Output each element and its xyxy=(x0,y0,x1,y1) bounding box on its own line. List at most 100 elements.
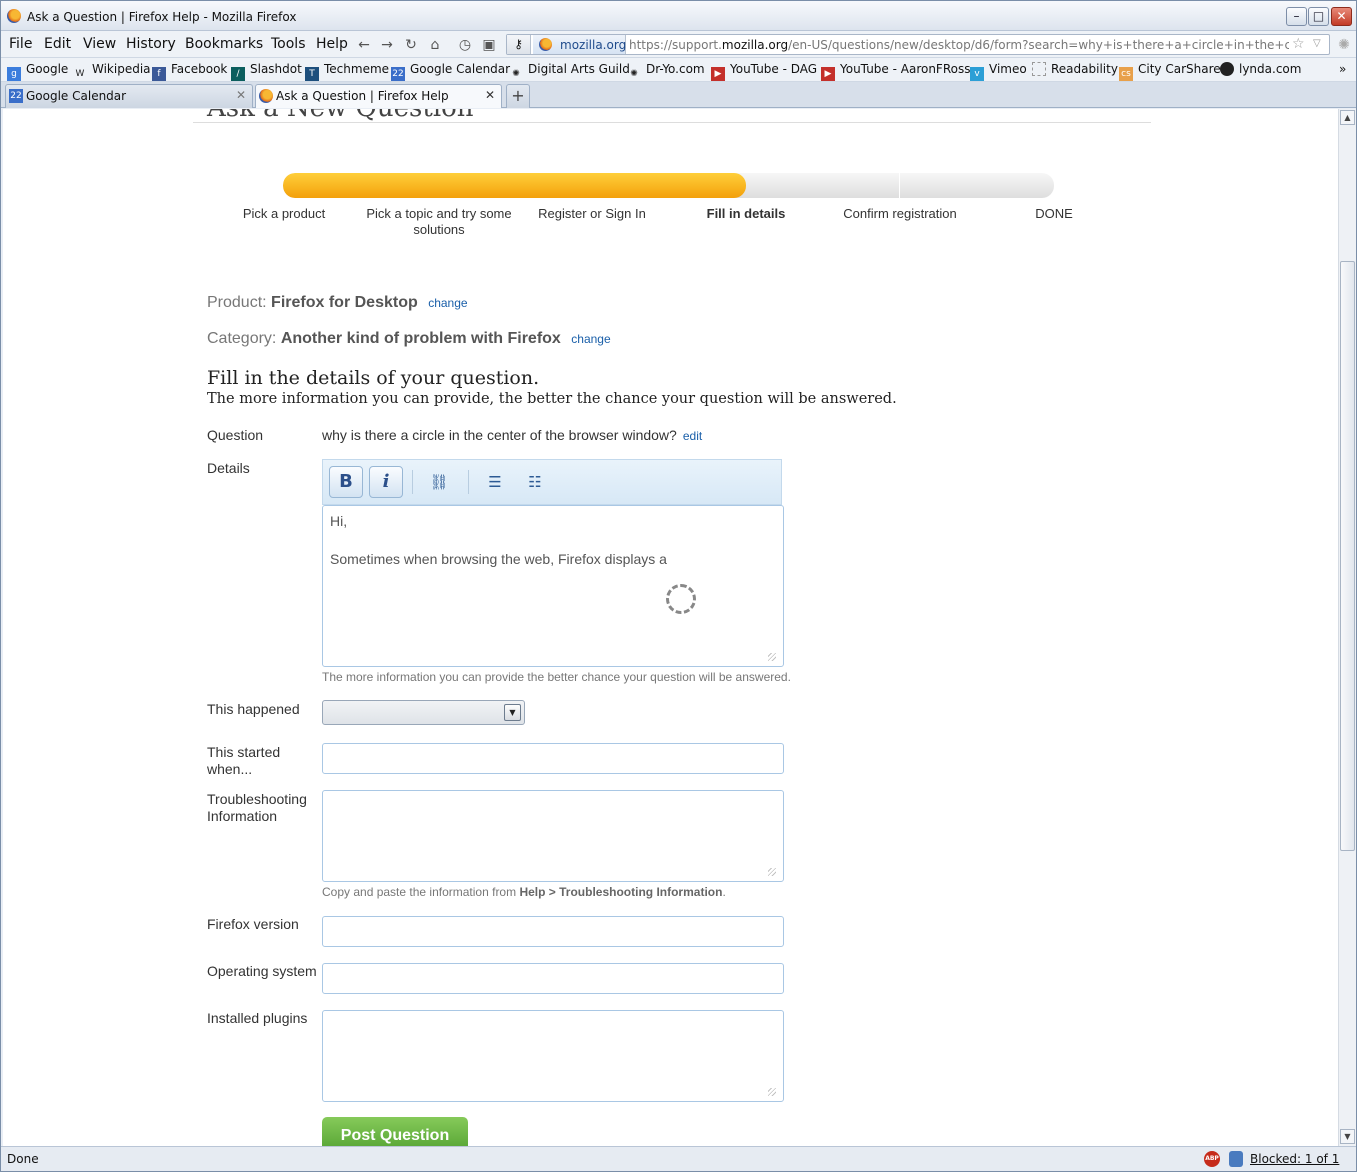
progress-bar xyxy=(283,173,1054,198)
firefox-icon xyxy=(7,9,21,23)
back-icon[interactable]: ← xyxy=(355,36,373,54)
bookmark-youtube-dag[interactable]: ▶ YouTube - DAG xyxy=(711,62,817,81)
reload-icon[interactable]: ↻ xyxy=(402,36,420,54)
noscript-icon[interactable] xyxy=(1229,1151,1243,1167)
bookmark-digital-arts-guild[interactable]: ✺ Digital Arts Guild xyxy=(509,62,630,81)
bookmark-google[interactable]: g Google xyxy=(7,62,68,81)
bookmark-page-icon[interactable]: ▣ xyxy=(480,36,498,54)
post-question-button[interactable]: Post Question xyxy=(322,1117,468,1146)
menu-history[interactable]: History xyxy=(126,36,176,52)
bookmark-google-calendar[interactable]: 22 Google Calendar xyxy=(391,62,510,81)
bookmark-wikipedia[interactable]: W Wikipedia xyxy=(73,62,151,81)
plugins-label: Installed plugins xyxy=(207,1010,308,1026)
started-when-input[interactable] xyxy=(322,743,784,774)
wikipedia-icon: W xyxy=(75,69,85,79)
bookmark-dr-yo[interactable]: ✺ Dr-Yo.com xyxy=(627,62,704,81)
happened-select[interactable]: ▼ xyxy=(322,700,525,725)
bookmark-facebook[interactable]: f Facebook xyxy=(152,62,227,81)
step-done: DONE xyxy=(1035,206,1073,221)
site-identity-label: mozilla.org xyxy=(560,38,627,52)
numbered-list-icon[interactable]: ☰ xyxy=(483,470,507,494)
details-editor[interactable]: Hi, Sometimes when browsing the web, Fir… xyxy=(322,505,784,667)
troubleshooting-textarea[interactable] xyxy=(322,790,784,882)
site-identity[interactable]: mozilla.org xyxy=(533,35,626,54)
adblock-icon[interactable]: ABP xyxy=(1204,1151,1220,1167)
menu-tools[interactable]: Tools xyxy=(271,36,306,52)
step-confirm-registration: Confirm registration xyxy=(843,206,957,221)
bookmark-slashdot[interactable]: / Slashdot xyxy=(231,62,302,81)
bold-button[interactable]: B xyxy=(329,466,363,498)
link-icon[interactable]: ⛓ xyxy=(427,470,451,494)
forward-icon[interactable]: → xyxy=(378,36,396,54)
change-product-link[interactable]: change xyxy=(428,296,467,310)
progress-fill xyxy=(283,173,746,198)
techmeme-icon: T xyxy=(305,67,319,81)
os-input[interactable] xyxy=(322,963,784,994)
bookmarks-overflow-icon[interactable]: » xyxy=(1339,62,1346,76)
menu-help[interactable]: Help xyxy=(316,36,348,52)
started-label: This started when... xyxy=(207,744,281,777)
firefox-version-input[interactable] xyxy=(322,916,784,947)
bulleted-list-icon[interactable]: ☷ xyxy=(523,470,547,494)
youtube-icon: ▶ xyxy=(821,67,835,81)
status-bar: Done ABP Blocked: 1 of 1 xyxy=(1,1146,1356,1171)
tab-google-calendar[interactable]: 22 Google Calendar ✕ xyxy=(5,84,253,108)
loading-spinner-icon xyxy=(666,584,696,614)
scroll-up-icon[interactable]: ▲ xyxy=(1340,110,1355,125)
bookmark-city-carshare[interactable]: cs City CarShare xyxy=(1119,62,1221,81)
menu-bookmarks[interactable]: Bookmarks xyxy=(185,36,263,52)
calendar-icon: 22 xyxy=(391,67,405,81)
firefox-version-label: Firefox version xyxy=(207,916,299,932)
page-content: Ask a New Question Pick a product Pick a… xyxy=(3,109,1338,1146)
minimize-button[interactable]: – xyxy=(1286,7,1307,26)
menu-file[interactable]: File xyxy=(9,36,32,52)
step-pick-product: Pick a product xyxy=(242,206,326,221)
new-tab-button[interactable]: + xyxy=(506,84,530,108)
resize-handle-icon[interactable] xyxy=(768,653,776,661)
page-scrollbar[interactable]: ▲ ▼ xyxy=(1338,109,1356,1146)
step-register: Register or Sign In xyxy=(538,206,646,221)
plugins-textarea[interactable] xyxy=(322,1010,784,1102)
menu-view[interactable]: View xyxy=(83,36,116,52)
editor-toolbar: B i ⛓ ☰ ☷ xyxy=(322,459,782,505)
category-label: Category: xyxy=(207,330,277,347)
key-icon[interactable]: ⚷ xyxy=(507,35,531,54)
tab-ask-a-question[interactable]: Ask a Question | Firefox Help ✕ xyxy=(255,84,502,108)
details-subheading: The more information you can provide, th… xyxy=(207,391,897,407)
close-tab-icon[interactable]: ✕ xyxy=(485,88,495,102)
title-bar: Ask a Question | Firefox Help - Mozilla … xyxy=(1,1,1356,31)
close-window-button[interactable]: ✕ xyxy=(1331,7,1352,26)
tab-bar: 22 Google Calendar ✕ Ask a Question | Fi… xyxy=(1,82,1356,108)
scroll-down-icon[interactable]: ▼ xyxy=(1340,1129,1355,1144)
url-bar[interactable]: ⚷ mozilla.org https://support.mozilla.or… xyxy=(506,34,1330,55)
home-icon[interactable]: ⌂ xyxy=(426,36,444,54)
toolbar-divider xyxy=(412,470,413,494)
carshare-icon: cs xyxy=(1119,67,1133,81)
bookmark-readability[interactable]: Readability xyxy=(1032,62,1118,76)
close-tab-icon[interactable]: ✕ xyxy=(236,88,246,102)
maximize-button[interactable]: □ xyxy=(1308,7,1329,26)
product-label: Product: xyxy=(207,294,267,311)
chevron-down-icon[interactable]: ▼ xyxy=(504,704,521,721)
slashdot-icon: / xyxy=(231,67,245,81)
url-text[interactable]: https://support.mozilla.org/en-US/questi… xyxy=(629,38,1289,52)
chevron-down-icon[interactable]: ▽ xyxy=(1313,38,1321,49)
blocked-count[interactable]: Blocked: 1 of 1 xyxy=(1250,1152,1339,1166)
bookmark-techmeme[interactable]: T Techmeme xyxy=(305,62,389,81)
italic-button[interactable]: i xyxy=(369,466,403,498)
star-icon[interactable]: ☆ xyxy=(1292,36,1305,52)
history-clock-icon[interactable]: ◷ xyxy=(456,36,474,54)
toolbar-divider xyxy=(468,470,469,494)
bookmark-vimeo[interactable]: v Vimeo xyxy=(970,62,1027,81)
troubleshooting-hint: Copy and paste the information from Help… xyxy=(322,885,726,899)
page-heading: Ask a New Question xyxy=(193,109,1151,123)
resize-handle-icon[interactable] xyxy=(768,868,776,876)
menu-edit[interactable]: Edit xyxy=(44,36,71,52)
bookmark-youtube-aaronfross[interactable]: ▶ YouTube - AaronFRoss xyxy=(821,62,970,81)
bookmark-lynda[interactable]: lynda.com xyxy=(1220,62,1301,76)
resize-handle-icon[interactable] xyxy=(768,1088,776,1096)
os-label: Operating system xyxy=(207,963,317,979)
change-category-link[interactable]: change xyxy=(571,332,610,346)
scroll-thumb[interactable] xyxy=(1340,261,1355,851)
edit-question-link[interactable]: edit xyxy=(683,429,702,443)
